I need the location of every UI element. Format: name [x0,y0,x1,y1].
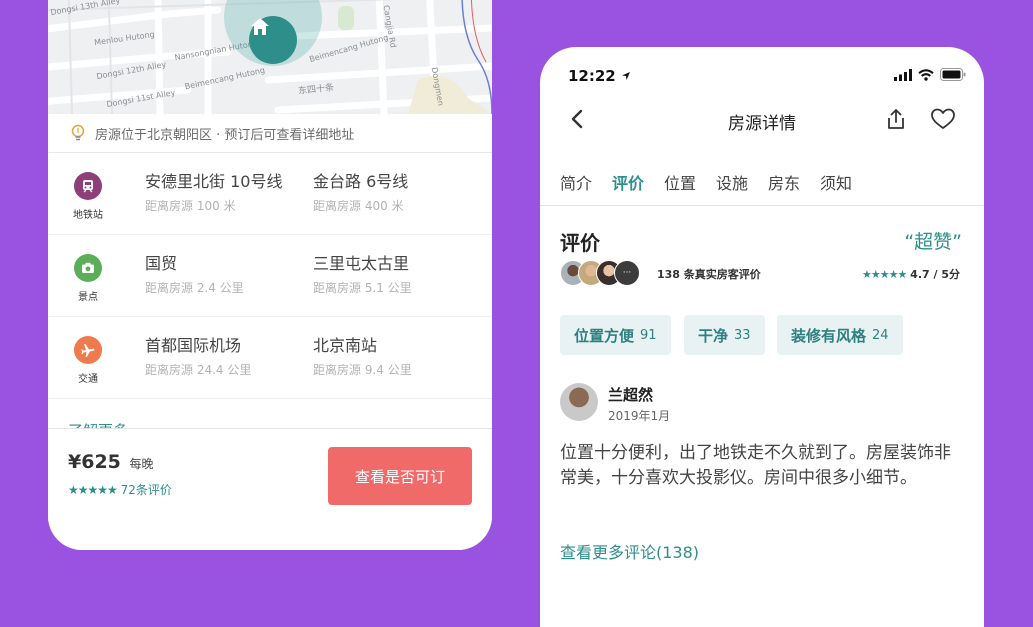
battery-icon [940,68,966,81]
poi-name: 国贸 [145,254,178,273]
tab-rules[interactable]: 须知 [820,170,852,194]
tab-reviews[interactable]: 评价 [612,170,644,194]
address-notice: 房源位于北京朝阳区 · 预订后可查看详细地址 [48,114,492,153]
review-tag-label: 干净 [698,326,729,345]
poi-item: 北京南站 距离房源 9.4 公里 [313,332,412,378]
reviewer-name: 兰超然 [608,386,654,404]
status-time: 12:22 [568,67,631,85]
reviews-heading: 评价 [560,231,600,255]
poi-distance: 距离房源 100 米 [145,199,236,213]
address-text: 房源位于北京朝阳区 · 预订后可查看详细地址 [95,127,355,143]
tab-location[interactable]: 位置 [664,170,696,194]
review-tag[interactable]: 干净 33 [684,315,765,355]
status-icons [894,68,966,81]
poi-distance: 距离房源 400 米 [313,199,404,213]
subway-icon [74,172,102,200]
listing-location-card: Dongsi 13th Alley Menlou Hutong Dongsi 1… [48,0,492,550]
poi-item: 安德里北街 10号线 距离房源 100 米 [145,168,282,214]
price: ¥625 每晚 [68,451,154,473]
clock-text: 12:22 [568,67,616,85]
overall-rating: ★★★★★ 4.7 / 5分 [862,266,960,282]
wifi-icon [918,68,934,81]
poi-category-label: 地铁站 [73,210,103,221]
poi-name: 安德里北街 10号线 [145,172,283,191]
review-count-link: 72条评价 [120,483,172,497]
price-unit: 每晚 [129,457,154,471]
poi-group-attractions: 景点 国贸 距离房源 2.4 公里 三里屯太古里 距离房源 5.1 公里 [48,234,492,317]
poi-group-subway: 地铁站 安德里北街 10号线 距离房源 100 米 金台路 6号线 距离房源 4… [48,152,492,235]
see-more-reviews-link[interactable]: 查看更多评论(138) [560,539,699,563]
review-date: 2019年1月 [608,409,671,423]
review-tag-count: 91 [640,327,657,343]
home-icon[interactable] [249,16,297,64]
price-amount: ¥625 [68,451,121,473]
poi-name: 北京南站 [313,336,378,355]
review-tag[interactable]: 装修有风格 24 [777,315,903,355]
share-icon[interactable] [884,107,908,131]
poi-distance: 距离房源 9.4 公里 [313,363,412,377]
tab-intro[interactable]: 简介 [560,170,592,194]
review-count: 138 条真实房客评价 [657,268,761,281]
review-tag-count: 24 [872,327,889,343]
poi-name: 金台路 6号线 [313,172,409,191]
poi-item: 三里屯太古里 距离房源 5.1 公里 [313,250,412,296]
airplane-icon [74,336,102,364]
check-availability-button[interactable]: 查看是否可订 [328,447,472,505]
map-view[interactable]: Dongsi 13th Alley Menlou Hutong Dongsi 1… [48,0,492,114]
review-text: 位置十分便利，出了地铁走不久就到了。房屋装饰非常美，十分喜欢大投影仪。房间中很多… [560,443,951,488]
nav-bar: 房源详情 [540,97,984,143]
poi-category-label: 景点 [78,292,98,303]
poi-distance: 距离房源 5.1 公里 [313,281,412,295]
cellular-signal-icon [894,68,912,81]
tab-amenities[interactable]: 设施 [716,170,748,194]
poi-item: 首都国际机场 距离房源 24.4 公里 [145,332,251,378]
section-tabs: 简介 评价 位置 设施 房东 须知 [540,157,984,206]
poi-item: 国贸 距离房源 2.4 公里 [145,250,244,296]
poi-name: 首都国际机场 [145,336,242,355]
listing-detail-screen: 12:22 房源详情 简介 评价 位置 设施 房东 须知 评价 “超赞” ···… [540,47,984,627]
review-tag[interactable]: 位置方便 91 [560,315,671,355]
location-arrow-icon [621,72,630,80]
rating-score: 4.7 / 5分 [910,268,960,281]
page-title: 房源详情 [728,114,796,134]
booking-bar: ¥625 每晚 ★★★★★ 72条评价 查看是否可订 [48,428,492,550]
poi-group-transport: 交通 首都国际机场 距离房源 24.4 公里 北京南站 距离房源 9.4 公里 [48,316,492,399]
poi-category-label: 交通 [78,374,98,385]
avatar[interactable] [560,383,598,421]
lightbulb-icon [71,124,85,141]
poi-distance: 距离房源 24.4 公里 [145,363,252,377]
tab-host[interactable]: 房东 [768,170,800,194]
poi-item: 金台路 6号线 距离房源 400 米 [313,168,408,214]
heart-icon[interactable] [930,107,956,131]
star-rating-icon: ★★★★★ [68,483,118,497]
poi-name: 三里屯太古里 [313,254,410,273]
more-avatars-indicator: ··· [614,260,640,286]
review-tag-label: 位置方便 [574,326,635,345]
superb-badge: “超赞” [904,231,962,253]
review-tag-count: 33 [734,327,751,343]
poi-distance: 距离房源 2.4 公里 [145,281,244,295]
camera-icon [74,254,102,282]
star-rating-icon: ★★★★★ [862,268,907,281]
listing-rating[interactable]: ★★★★★ 72条评价 [68,481,172,498]
status-bar: 12:22 [540,47,984,97]
review-tag-label: 装修有风格 [791,326,867,345]
